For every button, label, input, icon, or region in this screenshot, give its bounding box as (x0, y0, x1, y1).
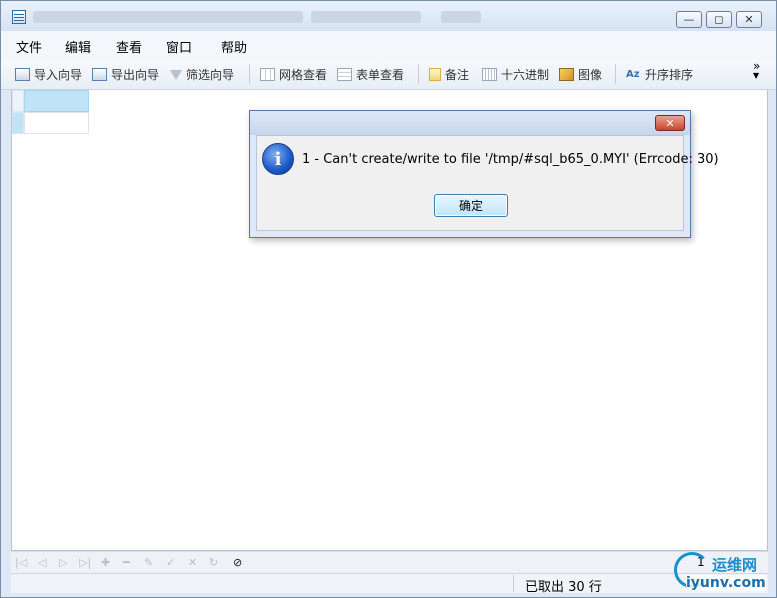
sort-asc-label: 升序排序 (645, 67, 694, 82)
refresh-icon[interactable]: ↻ (209, 556, 218, 569)
chevron-right-icon: » (753, 59, 761, 73)
import-wizard-button[interactable]: 导入向导 (15, 65, 82, 83)
filter-wizard-label: 筛选向导 (186, 67, 235, 82)
grid-cell[interactable] (24, 112, 89, 134)
image-button[interactable]: 图像 (559, 65, 602, 83)
watermark-bottom-text: iyunv.com (686, 575, 766, 591)
memo-icon (429, 67, 441, 81)
close-icon: ✕ (665, 116, 675, 130)
toolbar-separator (418, 64, 419, 84)
hex-button[interactable]: 十六进制 (482, 65, 549, 83)
apply-changes-icon[interactable]: ✓ (166, 556, 175, 569)
info-icon: i (262, 143, 294, 175)
toolbar-overflow-button[interactable]: » ▼ (753, 59, 761, 81)
add-record-icon[interactable]: ✚ (101, 556, 110, 569)
row-header-current[interactable] (12, 112, 24, 134)
form-view-button[interactable]: 表单查看 (337, 65, 404, 83)
info-glyph: i (274, 148, 282, 170)
status-bar: 已取出 30 行 (11, 573, 768, 595)
form-icon (337, 67, 352, 81)
window-title-redacted (33, 11, 303, 23)
menu-window[interactable]: 窗口 (166, 37, 192, 56)
next-record-icon[interactable]: ▷ (59, 556, 67, 569)
hex-icon (482, 67, 497, 81)
export-wizard-label: 导出向导 (111, 67, 160, 82)
dialog-body: i 1 - Can't create/write to file '/tmp/#… (256, 135, 719, 231)
toolbar-separator (615, 64, 616, 84)
hex-label: 十六进制 (501, 67, 550, 82)
title-bar: — ◻ ✕ (1, 1, 776, 31)
sort-asc-icon: Az (626, 68, 640, 80)
app-icon (12, 10, 26, 24)
minimize-icon: — (683, 13, 695, 26)
menu-help[interactable]: 帮助 (221, 37, 247, 56)
filter-icon (170, 70, 182, 80)
ok-button-label: 确定 (458, 199, 483, 213)
menu-file[interactable]: 文件 (16, 37, 42, 56)
grid-view-button[interactable]: 网格查看 (260, 65, 327, 83)
discard-changes-icon[interactable]: ✕ (188, 556, 197, 569)
minimize-button[interactable]: — (676, 11, 702, 28)
memo-button[interactable]: 备注 (429, 65, 469, 83)
rows-fetched-status: 已取出 30 行 (525, 580, 602, 595)
error-dialog: ✕ i 1 - Can't create/write to file '/tmp… (249, 110, 719, 238)
export-wizard-button[interactable]: 导出向导 (92, 65, 159, 83)
delete-record-icon[interactable]: ━ (123, 556, 130, 569)
dialog-close-button[interactable]: ✕ (655, 115, 685, 131)
grid-view-label: 网格查看 (279, 67, 328, 82)
import-icon (15, 67, 30, 81)
filter-wizard-button[interactable]: 筛选向导 (170, 65, 234, 83)
window-title-redacted (441, 11, 481, 23)
status-divider (513, 575, 514, 592)
error-message: 1 - Can't create/write to file '/tmp/#sq… (302, 152, 719, 167)
menu-view[interactable]: 查看 (116, 37, 142, 56)
record-navigator: |◁ ◁ ▷ ▷| ✚ ━ ✎ ✓ ✕ ↻ ⊘ 1 (11, 551, 768, 573)
last-record-icon[interactable]: ▷| (79, 556, 91, 569)
grid-cell-selected[interactable] (24, 90, 89, 112)
export-icon (92, 67, 107, 81)
toolbar-separator (249, 64, 250, 84)
menu-bar: 文件 编辑 查看 窗口 帮助 (1, 31, 776, 59)
image-label: 图像 (578, 67, 603, 82)
sort-asc-button[interactable]: Az 升序排序 (626, 65, 693, 83)
form-view-label: 表单查看 (356, 67, 405, 82)
edit-record-icon[interactable]: ✎ (144, 556, 153, 569)
ok-button[interactable]: 确定 (434, 194, 508, 217)
row-header[interactable] (12, 90, 24, 112)
close-button[interactable]: ✕ (736, 11, 762, 28)
watermark-top-text: 运维网 (712, 556, 758, 574)
previous-record-icon[interactable]: ◁ (38, 556, 46, 569)
maximize-button[interactable]: ◻ (706, 11, 732, 28)
dialog-title-bar: ✕ (250, 111, 690, 135)
first-record-icon[interactable]: |◁ (15, 556, 27, 569)
close-icon: ✕ (744, 13, 754, 26)
window-title-redacted (311, 11, 421, 23)
main-window: — ◻ ✕ 文件 编辑 查看 窗口 帮助 导入向导 导出向导 筛选向导 网格查看… (0, 0, 777, 598)
image-icon (559, 67, 574, 81)
grid-icon (260, 67, 275, 81)
toolbar: 导入向导 导出向导 筛选向导 网格查看 表单查看 备注 十六进制 图像 Az 升… (1, 59, 776, 90)
import-wizard-label: 导入向导 (34, 67, 83, 82)
site-watermark-logo: 运维网 iyunv.com (672, 548, 777, 598)
maximize-icon: ◻ (714, 13, 724, 26)
menu-edit[interactable]: 编辑 (65, 37, 91, 56)
stop-icon[interactable]: ⊘ (233, 556, 242, 569)
memo-label: 备注 (445, 67, 470, 82)
